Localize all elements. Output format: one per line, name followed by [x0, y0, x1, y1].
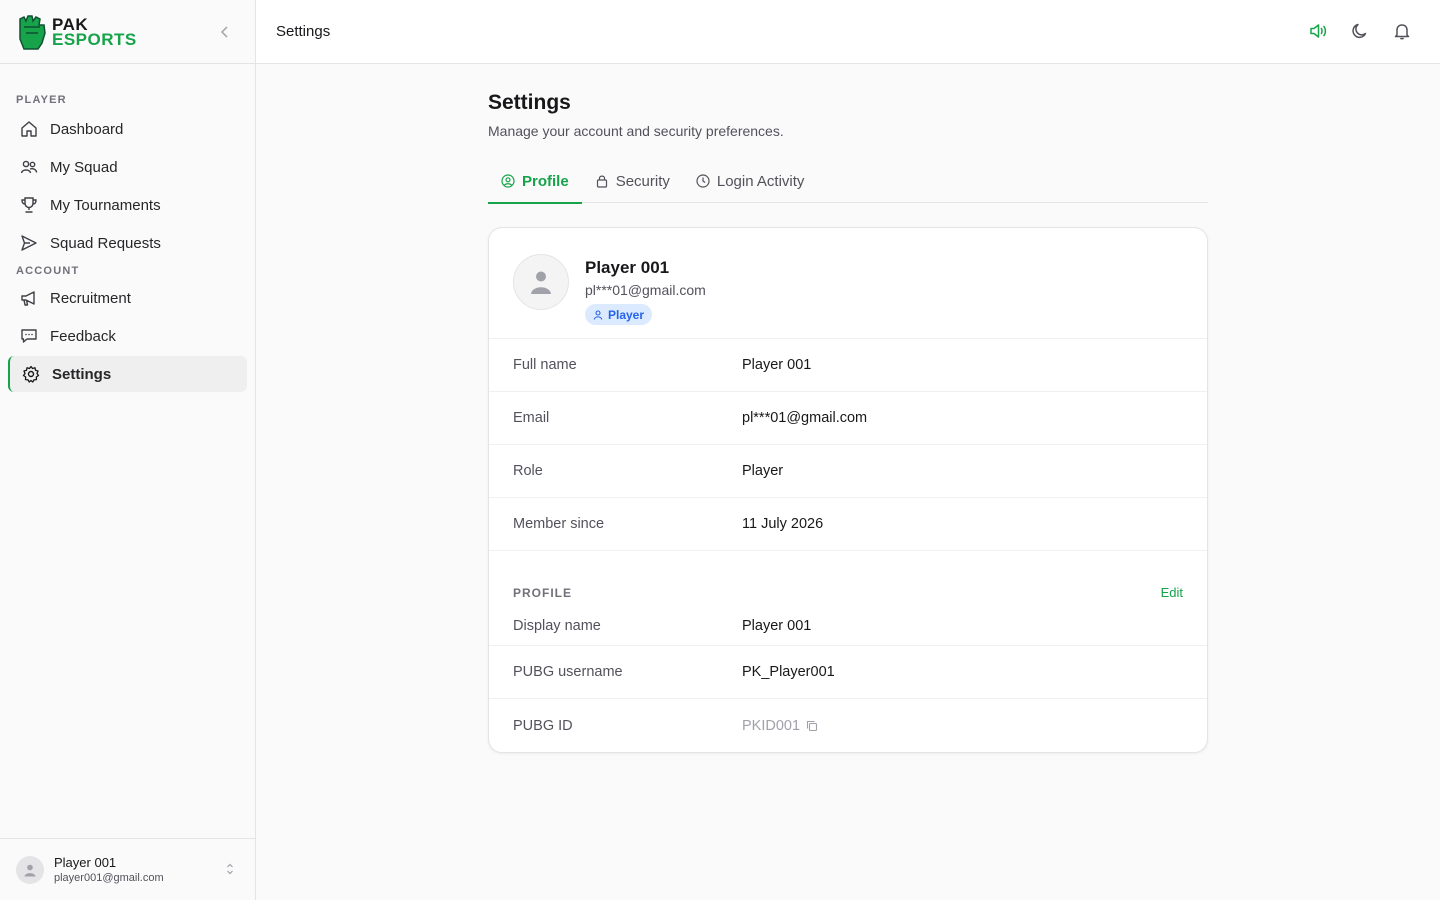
sidebar-item-label: Feedback: [50, 327, 116, 345]
row-value: Player: [742, 463, 784, 479]
profile-email: pl***01@gmail.com: [585, 282, 706, 298]
row-label: Display name: [513, 617, 601, 634]
gear-icon: [22, 365, 40, 383]
row-label: Role: [513, 463, 543, 479]
user-avatar-icon: [531, 271, 551, 294]
copy-icon[interactable]: [806, 720, 818, 732]
chevron-left-icon: [220, 26, 228, 38]
sidebar-user-email: player001@gmail.com: [54, 872, 164, 884]
sidebar: PAK ESPORTS PLAYER Dashboard My Squad My…: [0, 0, 256, 900]
profile-header: Player 001 pl***01@gmail.com Player: [489, 228, 1207, 339]
theme-toggle-button[interactable]: [1350, 20, 1370, 42]
info-row-member-since: Member since 11 July 2026: [489, 498, 1207, 551]
settings-tabs: Profile Security Login Activity: [488, 159, 1208, 204]
sidebar-item-my-squad[interactable]: My Squad: [8, 149, 247, 185]
row-label: PUBG ID: [513, 717, 573, 734]
sidebar-section-account: ACCOUNT: [16, 265, 80, 277]
send-icon: [21, 235, 37, 251]
message-icon: [21, 329, 37, 343]
info-row-email: Email pl***01@gmail.com: [489, 392, 1207, 445]
sidebar-item-label: My Tournaments: [50, 196, 161, 214]
info-row-display-name: Display name Player 001: [489, 606, 1207, 646]
brand-logo[interactable]: PAK ESPORTS: [16, 13, 137, 51]
sidebar-item-label: My Squad: [50, 158, 118, 176]
sidebar-header: PAK ESPORTS: [0, 0, 255, 64]
notifications-button[interactable]: [1392, 20, 1412, 42]
tab-security[interactable]: Security: [582, 159, 683, 203]
sidebar-item-label: Recruitment: [50, 289, 131, 307]
moon-icon: [1352, 23, 1367, 39]
profile-section-label: PROFILE: [513, 586, 573, 600]
megaphone-icon: [21, 291, 35, 306]
user-avatar-icon: [24, 864, 36, 876]
info-row-pubg-id: PUBG ID PKID001: [489, 699, 1207, 752]
row-value: PK_Player001: [742, 664, 835, 680]
settings-main: Settings Manage your account and securit…: [488, 88, 1208, 753]
lock-icon: [596, 175, 607, 188]
tab-login-activity[interactable]: Login Activity: [683, 159, 818, 203]
chevron-up-down-icon: [227, 863, 233, 875]
info-row-full-name: Full name Player 001: [489, 339, 1207, 392]
profile-name: Player 001: [585, 258, 670, 277]
info-row-role: Role Player: [489, 445, 1207, 498]
row-value: pl***01@gmail.com: [742, 410, 868, 426]
home-icon: [21, 121, 37, 137]
row-label: Full name: [513, 357, 577, 373]
user-menu[interactable]: Player 001 player001@gmail.com: [0, 838, 255, 900]
bell-icon: [1394, 24, 1410, 40]
sidebar-item-my-tournaments[interactable]: My Tournaments: [8, 187, 247, 223]
page-title: Settings: [488, 91, 571, 114]
fist-logo-icon: [19, 14, 46, 50]
sidebar-item-label: Settings: [52, 365, 112, 383]
avatar: [16, 855, 44, 884]
sidebar-item-dashboard[interactable]: Dashboard: [8, 111, 247, 147]
tab-label: Login Activity: [716, 172, 805, 190]
row-value: 11 July 2026: [742, 516, 824, 532]
top-bar: Settings: [256, 0, 1440, 64]
edit-profile-button[interactable]: Edit: [1161, 585, 1183, 600]
row-label: Member since: [513, 516, 605, 532]
sidebar-item-squad-requests[interactable]: Squad Requests: [8, 225, 247, 261]
users-icon: [20, 160, 38, 174]
sidebar-user-name: Player 001: [54, 855, 117, 870]
collapse-sidebar-button[interactable]: [215, 22, 235, 42]
row-label: PUBG username: [513, 664, 623, 680]
user-circle-icon: [501, 174, 515, 188]
role-badge-label: Player: [608, 307, 645, 322]
sidebar-section-player: PLAYER: [16, 94, 67, 106]
sidebar-item-recruitment[interactable]: Recruitment: [8, 280, 247, 316]
clock-icon: [696, 174, 710, 188]
role-badge: Player: [585, 304, 653, 325]
page-subtitle: Manage your account and security prefere…: [488, 123, 784, 139]
sidebar-item-settings[interactable]: Settings: [8, 356, 247, 392]
profile-section-header: PROFILE Edit: [489, 551, 1207, 606]
brand-line2: ESPORTS: [52, 29, 137, 49]
tab-profile[interactable]: Profile: [488, 159, 582, 204]
trophy-icon: [21, 197, 37, 213]
profile-card: Player 001 pl***01@gmail.com Player Full…: [488, 227, 1208, 753]
speaker-icon: [1310, 24, 1327, 38]
info-row-pubg-username: PUBG username PK_Player001: [489, 646, 1207, 699]
tab-label: Profile: [522, 172, 569, 190]
sidebar-item-label: Dashboard: [50, 120, 124, 138]
row-value: Player 001: [742, 357, 812, 373]
row-value: PKID001: [742, 717, 801, 734]
row-label: Email: [513, 410, 550, 426]
user-icon: [593, 309, 603, 320]
topbar-title: Settings: [276, 23, 331, 40]
row-value: Player 001: [742, 617, 812, 634]
sound-toggle-button[interactable]: [1308, 20, 1328, 42]
sidebar-item-label: Squad Requests: [50, 234, 161, 252]
tab-label: Security: [615, 172, 670, 190]
sidebar-item-feedback[interactable]: Feedback: [8, 318, 247, 354]
avatar: [513, 254, 569, 310]
